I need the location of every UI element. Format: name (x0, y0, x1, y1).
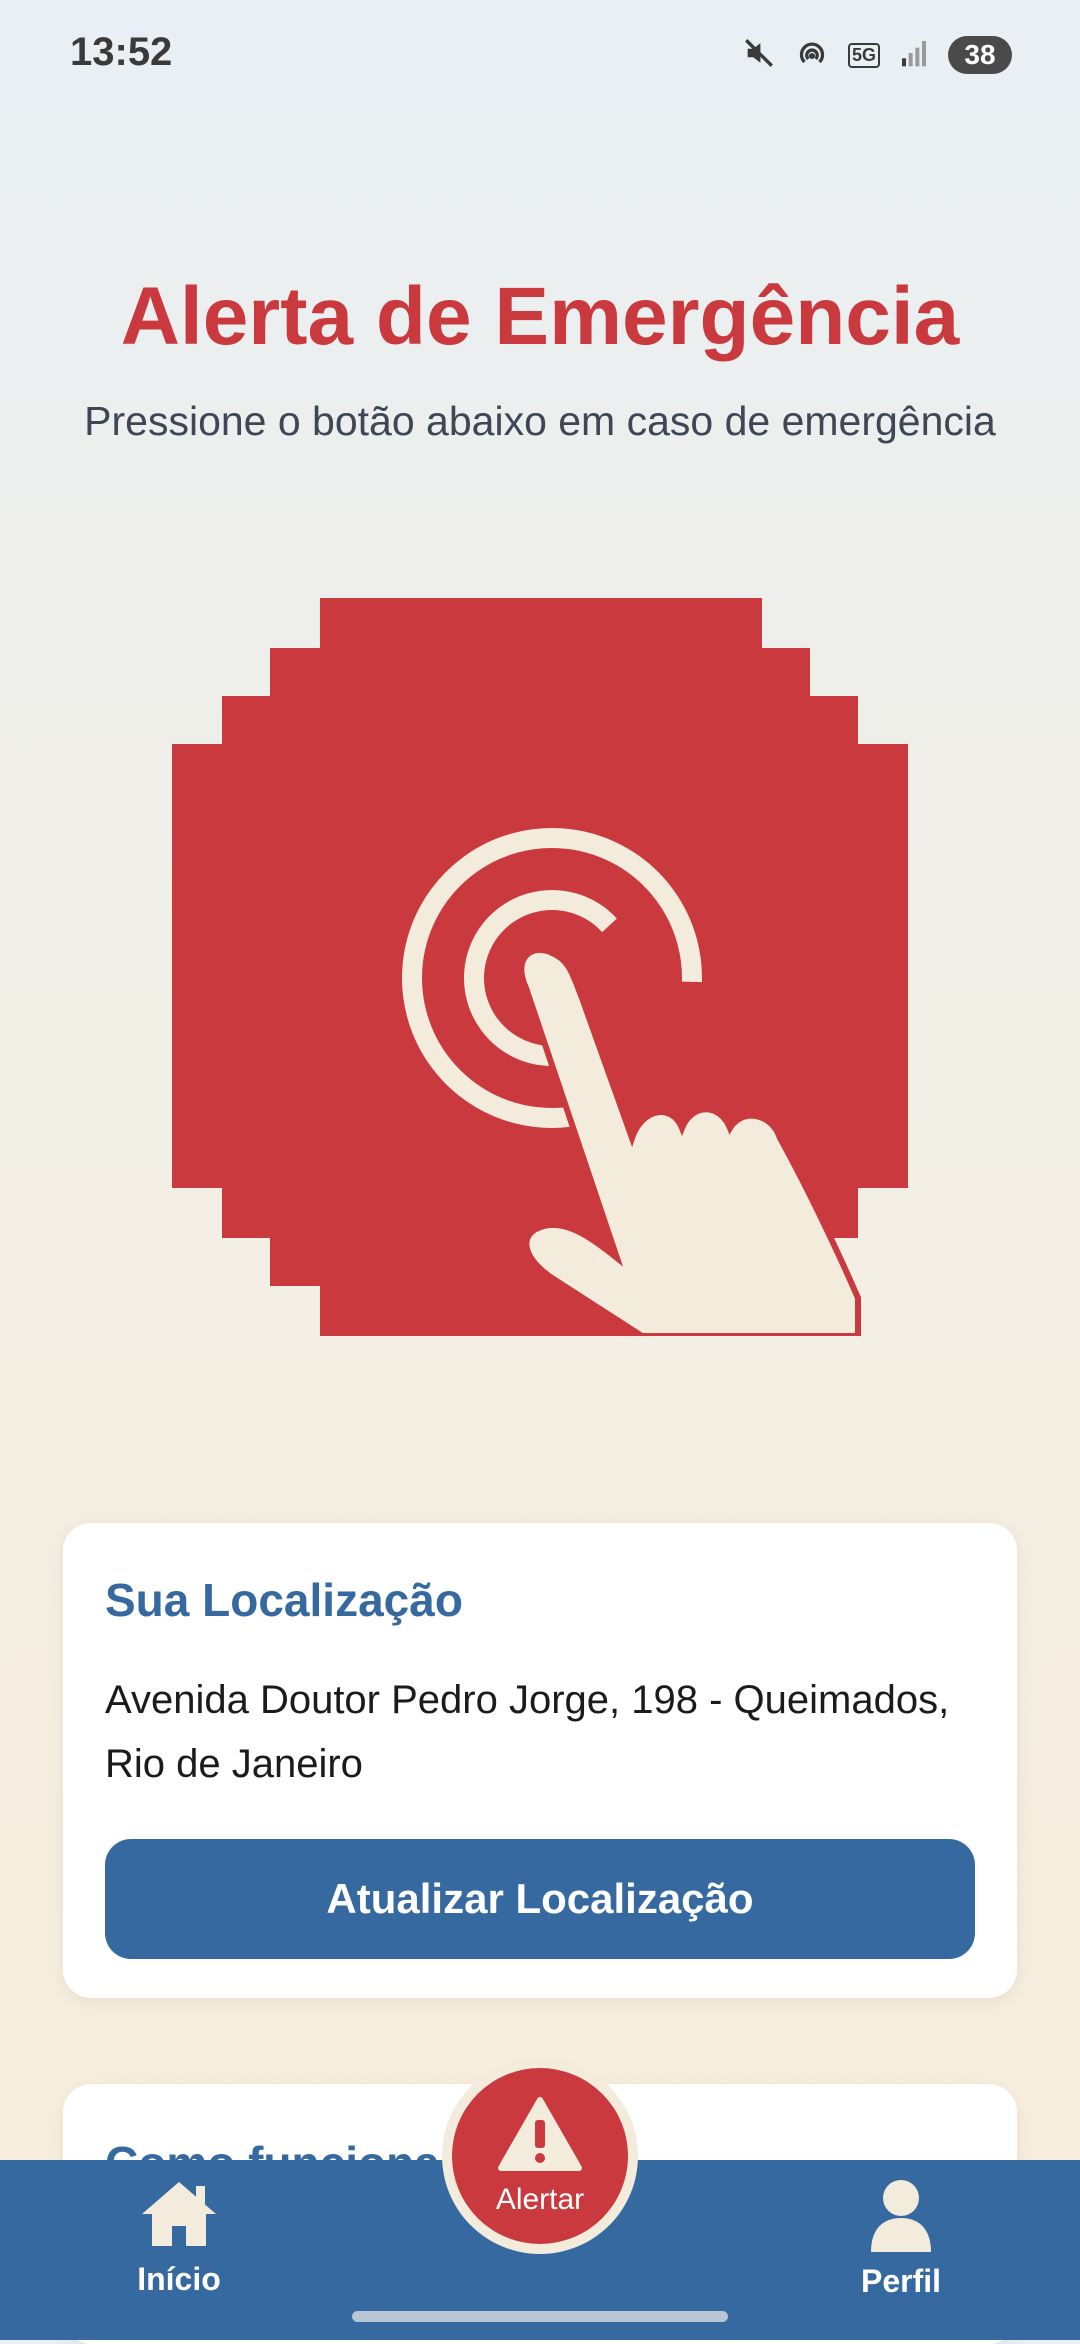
battery-icon: 38 (948, 36, 1012, 74)
mute-icon (742, 36, 776, 75)
nav-home-label: Início (137, 2261, 221, 2297)
location-card: Sua Localização Avenida Doutor Pedro Jor… (63, 1523, 1017, 1998)
alert-fab-button[interactable]: Alertar (442, 2058, 638, 2254)
warning-icon (497, 2096, 583, 2177)
tap-hand-icon (172, 598, 908, 1339)
home-icon (138, 2178, 220, 2255)
status-time: 13:52 (70, 30, 173, 74)
nav-profile-label: Perfil (860, 2263, 942, 2299)
profile-icon (868, 2178, 934, 2257)
location-address: Avenida Doutor Pedro Jorge, 198 - Queima… (105, 1678, 950, 1786)
location-card-title: Sua Localização (105, 1574, 463, 1626)
page-subtitle: Pressione o botão abaixo em caso de emer… (84, 398, 996, 444)
status-icons: 5G 38 (742, 30, 1012, 80)
signal-icon (898, 37, 930, 74)
status-bar: 13:52 5G 38 (0, 0, 1080, 110)
nav-home[interactable]: Início (79, 2178, 279, 2298)
alert-fab-label: Alertar (495, 2182, 585, 2216)
page-title: Alerta de Emergência (120, 271, 960, 362)
alert-fab-inner: Alertar (452, 2068, 628, 2244)
home-indicator[interactable] (352, 2311, 728, 2322)
emergency-alert-button[interactable] (172, 598, 908, 1339)
nav-profile[interactable]: Perfil (801, 2178, 1001, 2300)
update-location-button[interactable]: Atualizar Localização (105, 1839, 975, 1959)
hotspot-icon (794, 35, 830, 76)
network-type-icon: 5G (847, 42, 880, 68)
